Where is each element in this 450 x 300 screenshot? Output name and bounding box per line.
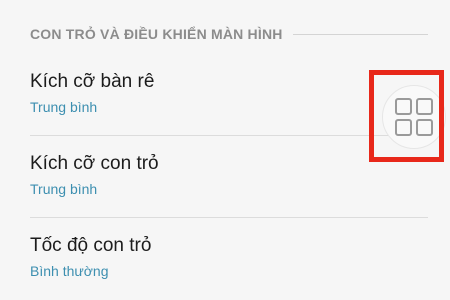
setting-title: Kích cỡ con trỏ	[30, 153, 159, 174]
item-divider	[30, 217, 428, 218]
highlight-annotation	[369, 70, 444, 162]
section-divider	[292, 33, 428, 35]
setting-pointer-speed[interactable]: Tốc độ con trỏ Bình thường	[0, 219, 450, 299]
section-title: CON TRỎ VÀ ĐIỀU KHIỂN MÀN HÌNH	[30, 26, 283, 42]
setting-title: Kích cỡ bàn rê	[30, 71, 155, 92]
section-header: CON TRỎ VÀ ĐIỀU KHIỂN MÀN HÌNH	[30, 26, 428, 42]
setting-title: Tốc độ con trỏ	[30, 235, 152, 256]
setting-value: Trung bình	[30, 181, 98, 197]
setting-value: Bình thường	[30, 263, 109, 279]
setting-value: Trung bình	[30, 99, 98, 115]
